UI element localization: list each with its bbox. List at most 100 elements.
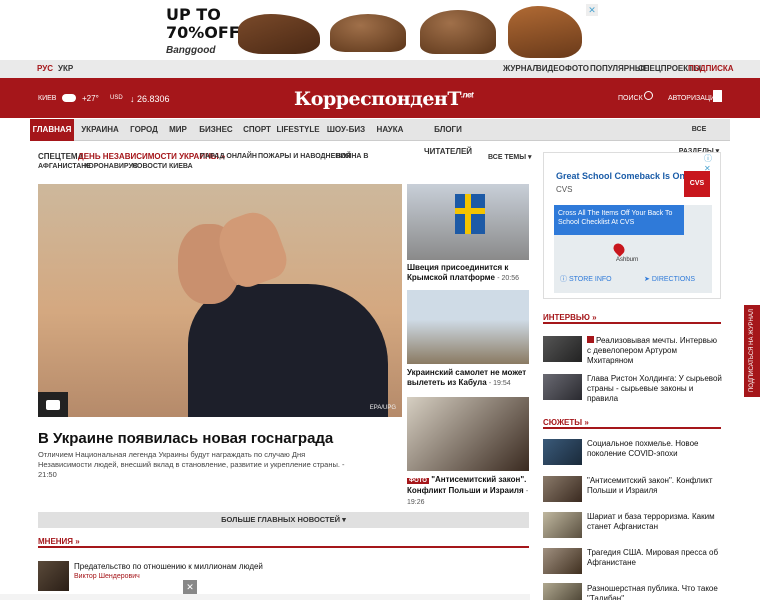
- search-label[interactable]: ПОИСК: [618, 95, 643, 102]
- nav-city[interactable]: ГОРОД: [126, 119, 162, 141]
- story-image[interactable]: [543, 476, 582, 502]
- ad-banner[interactable]: UP TO 70%OFF Banggood ✕: [0, 0, 760, 60]
- link-journal[interactable]: ЖУРНАЛ: [503, 64, 538, 73]
- nav-all-label: ВСЕ РАЗДЕЛЫ: [679, 126, 714, 155]
- overlay-ad-strip[interactable]: [0, 594, 530, 600]
- cloud-icon: [62, 94, 76, 102]
- news-photo[interactable]: [407, 184, 529, 260]
- nav-science[interactable]: НАУКА: [372, 119, 408, 141]
- ad-line2: 70%OFF: [166, 23, 240, 42]
- hero-lead: Отличием Национальная легенда Украины бу…: [38, 450, 345, 479]
- nav-blogs[interactable]: БЛОГИ ЧИТАТЕЛЕЙ: [410, 119, 486, 156]
- link-video[interactable]: ВИДЕО: [536, 64, 565, 73]
- ad-map-text: Cross All The Items Off Your Back To Sch…: [558, 210, 673, 226]
- photo-credit: EPA/UPG: [369, 405, 396, 411]
- cap-image[interactable]: [330, 14, 406, 52]
- news-item[interactable]: ФОТО "Антисемитский закон". Конфликт Пол…: [407, 475, 529, 508]
- search-icon[interactable]: [644, 91, 653, 100]
- nav-business[interactable]: БИЗНЕС: [194, 119, 238, 141]
- spec-item[interactable]: ВОЙНА В: [336, 153, 368, 160]
- temperature: +27°: [82, 94, 99, 103]
- subscribe-side-tab[interactable]: ПОДПИСАТЬСЯ НА ЖУРНАЛ: [744, 305, 760, 397]
- nav-all-sections[interactable]: ВСЕ РАЗДЕЛЫ ▾: [674, 119, 724, 155]
- interview-title[interactable]: ИНТЕРВЬЮ »: [543, 313, 721, 324]
- rate: ↓ 26.8306: [130, 94, 170, 104]
- interview-image[interactable]: [543, 336, 582, 362]
- news-item[interactable]: Украинский самолет не может вылететь из …: [407, 368, 529, 389]
- interview-image[interactable]: [543, 374, 582, 400]
- city: КИЕВ: [38, 95, 57, 102]
- nav-sport[interactable]: СПОРТ: [240, 119, 274, 141]
- lang-ukr[interactable]: УКР: [58, 64, 73, 73]
- interview-item[interactable]: Реализовывая мечты. Интервью с девелопер…: [587, 336, 722, 366]
- overlay-close-icon[interactable]: ✕: [183, 580, 197, 594]
- ad-title[interactable]: Great School Comeback Is On: [556, 171, 685, 181]
- ad-text[interactable]: UP TO 70%OFF Banggood: [166, 5, 240, 60]
- logo-text: КорреспонденТ: [294, 88, 461, 110]
- map-pin-icon: [611, 241, 627, 257]
- currency: USD: [110, 95, 123, 101]
- map-place: Ashburn: [616, 257, 639, 263]
- stories-title[interactable]: СЮЖЕТЫ »: [543, 418, 721, 429]
- opinion-author[interactable]: Виктор Шендерович: [74, 573, 140, 580]
- story-image[interactable]: [543, 548, 582, 574]
- story-item[interactable]: Социальное похмелье. Новое поколение COV…: [587, 439, 722, 459]
- opinions-title[interactable]: МНЕНИЯ »: [38, 537, 529, 548]
- spec-item[interactable]: ПАРАД ОНЛАЙН: [200, 153, 257, 160]
- photo-tag: ФОТО: [407, 478, 429, 484]
- close-icon[interactable]: ✕: [586, 4, 598, 16]
- camera-icon[interactable]: [38, 392, 68, 417]
- cap-image[interactable]: [420, 10, 496, 54]
- ad-line1: UP TO: [166, 5, 221, 24]
- all-themes[interactable]: ВСЕ ТЕМЫ ▾: [488, 153, 532, 161]
- news-item[interactable]: Швеция присоединится к Крымской платформ…: [407, 263, 529, 284]
- more-news-button[interactable]: БОЛЬШЕ ГЛАВНЫХ НОВОСТЕЙ ▾: [38, 512, 529, 528]
- flag-cross-h: [455, 208, 485, 214]
- news-photo[interactable]: [407, 397, 529, 471]
- ad-map[interactable]: Cross All The Items Off Your Back To Sch…: [554, 205, 712, 293]
- opinion-avatar[interactable]: [38, 561, 69, 591]
- news-title: Швеция присоединится к Крымской платформ…: [407, 263, 509, 282]
- all-themes-label: ВСЕ ТЕМЫ: [488, 154, 527, 161]
- header: КИЕВ +27° USD ↓ 26.8306 КорреспонденТ.ne…: [0, 78, 760, 118]
- nav-ukraine[interactable]: УКРАИНА: [76, 119, 124, 141]
- user-icon[interactable]: [713, 90, 722, 102]
- nav-world[interactable]: МИР: [164, 119, 192, 141]
- spec-item[interactable]: НОВОСТИ КИЕВА: [132, 163, 193, 170]
- right-ad[interactable]: ⓘ ✕ Great School Comeback Is On CVS CVS …: [543, 152, 721, 299]
- story-item[interactable]: Трагедия США. Мировая пресса об Афганист…: [587, 548, 722, 568]
- nav-main[interactable]: ГЛАВНАЯ: [30, 119, 74, 141]
- store-info-label: STORE INFO: [568, 276, 612, 283]
- news-photo[interactable]: [407, 290, 529, 364]
- ad-brand: Banggood: [166, 45, 216, 56]
- story-image[interactable]: [543, 512, 582, 538]
- story-image[interactable]: [543, 439, 582, 465]
- shoe-image[interactable]: [238, 14, 320, 54]
- story-item[interactable]: "Антисемитский закон". Конфликт Польши и…: [587, 476, 722, 496]
- hero-title[interactable]: В Украине появилась новая госнаграда: [38, 430, 333, 447]
- page: UP TO 70%OFF Banggood ✕ РУС УКР ЖУРНАЛ В…: [0, 0, 760, 600]
- link-photo[interactable]: ФОТО: [565, 64, 589, 73]
- opinion-title[interactable]: Предательство по отношению к миллионам л…: [74, 562, 263, 571]
- story-image[interactable]: [543, 583, 582, 600]
- ad-tag-icon: [587, 336, 594, 343]
- story-item[interactable]: Шариат и база терроризма. Каким станет А…: [587, 512, 722, 532]
- flag-cross-v: [465, 194, 471, 234]
- story-item[interactable]: Разношерстная публика. Что такое "Талиба…: [587, 584, 722, 600]
- cvs-logo[interactable]: CVS: [684, 171, 710, 197]
- hero-figure: [188, 284, 388, 417]
- interview-item-title: Реализовывая мечты. Интервью с девелопер…: [587, 336, 717, 365]
- interview-item[interactable]: Глава Ристон Холдинга: У сырьевой страны…: [587, 374, 722, 404]
- lang-rus[interactable]: РУС: [37, 64, 53, 73]
- site-logo[interactable]: КорреспонденТ.net: [294, 88, 474, 110]
- spec-item[interactable]: КОРОНАВИРУС: [84, 163, 138, 170]
- boot-image[interactable]: [508, 6, 582, 58]
- ad-info-icon[interactable]: ⓘ ✕: [704, 153, 720, 173]
- link-subscribe[interactable]: ПОДПИСКА: [688, 64, 734, 73]
- nav-lifestyle[interactable]: LIFESTYLE: [276, 119, 320, 141]
- directions-button[interactable]: ➤ DIRECTIONS: [644, 273, 712, 287]
- ad-map-banner: Cross All The Items Off Your Back To Sch…: [554, 205, 684, 235]
- hero-photo[interactable]: EPA/UPG: [38, 184, 402, 417]
- store-info-button[interactable]: ⓘ STORE INFO: [560, 273, 630, 287]
- nav-showbiz[interactable]: ШОУ-БИЗ: [322, 119, 370, 141]
